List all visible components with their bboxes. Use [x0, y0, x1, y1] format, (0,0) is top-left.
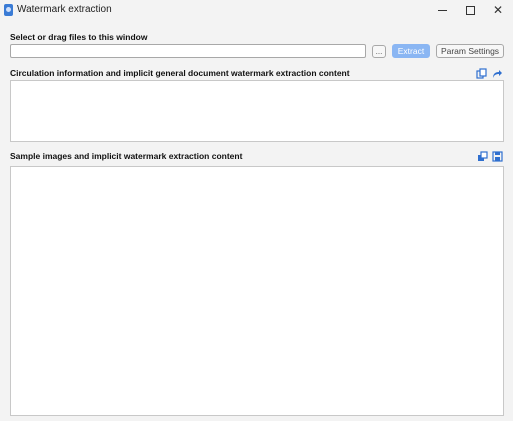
browse-button[interactable]: ... [372, 45, 386, 58]
param-settings-button[interactable]: Param Settings [436, 44, 504, 58]
save-icon[interactable] [492, 151, 503, 162]
sample-label: Sample images and implicit watermark ext… [10, 151, 243, 161]
file-path-input[interactable] [10, 44, 366, 58]
close-button[interactable]: ✕ [484, 0, 512, 20]
title-bar: Watermark extraction ✕ [0, 0, 513, 20]
circulation-content-area[interactable] [10, 80, 504, 142]
share-icon[interactable] [492, 68, 503, 79]
minimize-button[interactable] [428, 0, 456, 20]
maximize-button[interactable] [456, 0, 484, 20]
file-select-label: Select or drag files to this window [10, 32, 148, 42]
sample-content-area[interactable] [10, 166, 504, 416]
minimize-icon [437, 9, 447, 11]
window-title: Watermark extraction [17, 4, 112, 15]
copy-icon[interactable] [476, 68, 487, 79]
restore-icon[interactable] [477, 151, 488, 162]
close-icon: ✕ [492, 3, 504, 17]
circulation-label: Circulation information and implicit gen… [10, 68, 350, 78]
app-icon [4, 4, 13, 16]
extract-button[interactable]: Extract [392, 44, 430, 58]
maximize-icon [465, 5, 475, 15]
